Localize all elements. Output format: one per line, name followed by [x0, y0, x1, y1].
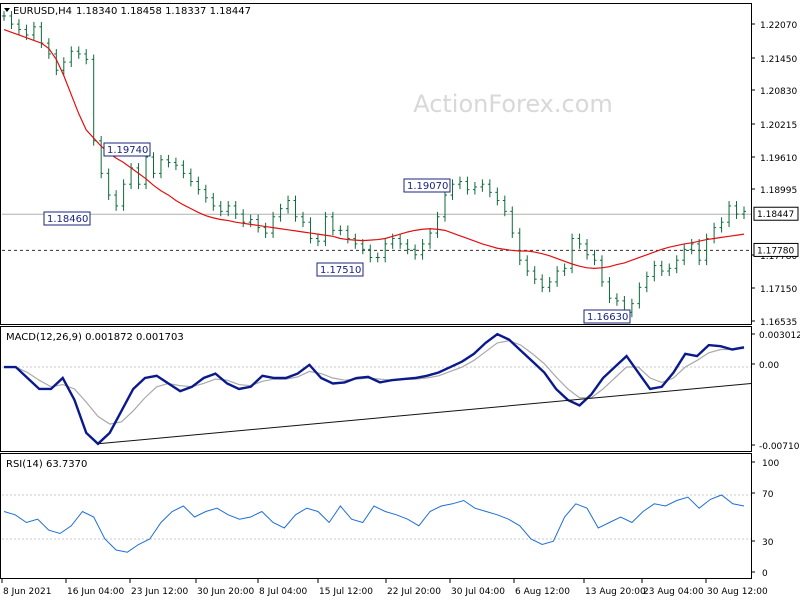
- price-axis-label: 1.16535: [760, 318, 797, 328]
- macd-axis-label: 0.00: [759, 361, 779, 371]
- time-axis-label: 30 Aug 12:00: [707, 587, 768, 597]
- price-axis-label: 1.18995: [760, 186, 797, 196]
- macd-panel: [0, 326, 752, 452]
- rsi-axis-label: 70: [762, 490, 774, 500]
- rsi-axis-label: 30: [762, 538, 774, 548]
- rsi-axis-label: 100: [762, 459, 779, 469]
- price-annotation-label: 1.18460: [47, 214, 88, 225]
- ohlc-values: 1.18340 1.18458 1.18337 1.18447: [76, 6, 251, 17]
- rsi-axis-label: 0: [762, 569, 768, 579]
- watermark: ActionForex.com: [413, 90, 613, 118]
- time-axis-label: 8 Jun 2021: [3, 587, 51, 597]
- price-annotation-label: 1.16630: [587, 312, 628, 323]
- price-axis-label: 1.19610: [760, 154, 797, 164]
- price-axis-label: 1.20830: [760, 87, 797, 97]
- macd-axis-label: -0.007109: [759, 442, 800, 452]
- price-axis-label: 1.21450: [760, 55, 797, 65]
- time-axis-label: 16 Jun 04:00: [67, 587, 124, 597]
- price-annotation-label: 1.19740: [107, 145, 148, 156]
- macd-axis-label: 0.003012: [759, 331, 800, 341]
- price-annotation-label: 1.19070: [407, 181, 448, 192]
- price-axis-label: 1.17150: [760, 285, 797, 295]
- price-axis-label: 1.22070: [760, 21, 797, 31]
- symbol-label: EURUSD,H4: [13, 6, 72, 17]
- time-axis-label: 15 Jul 12:00: [319, 587, 373, 597]
- time-axis-label: 22 Jul 20:00: [387, 587, 441, 597]
- time-axis-label: 30 Jun 20:00: [197, 587, 254, 597]
- current-price-label: 1.18447: [757, 210, 794, 220]
- price-panel: [0, 3, 752, 325]
- time-axis-label: 8 Jul 04:00: [259, 587, 308, 597]
- time-axis-label: 6 Aug 12:00: [515, 587, 570, 597]
- time-axis-label: 30 Jul 04:00: [451, 587, 505, 597]
- price-annotation-label: 1.17510: [320, 265, 361, 276]
- macd-title: MACD(12,26,9) 0.001872 0.001703: [6, 332, 184, 343]
- rsi-title: RSI(14) 63.7370: [6, 459, 87, 470]
- price-axis-label: 1.20215: [760, 121, 797, 131]
- time-axis-label: 23 Jun 12:00: [131, 587, 188, 597]
- time-axis-label: 23 Aug 04:00: [643, 587, 704, 597]
- support-level-label: 1.17780: [757, 246, 794, 256]
- time-axis-label: 13 Aug 20:00: [585, 587, 646, 597]
- chart-root: ActionForex.com 1.18460 1.19740 1.17510 1.1…: [0, 3, 800, 597]
